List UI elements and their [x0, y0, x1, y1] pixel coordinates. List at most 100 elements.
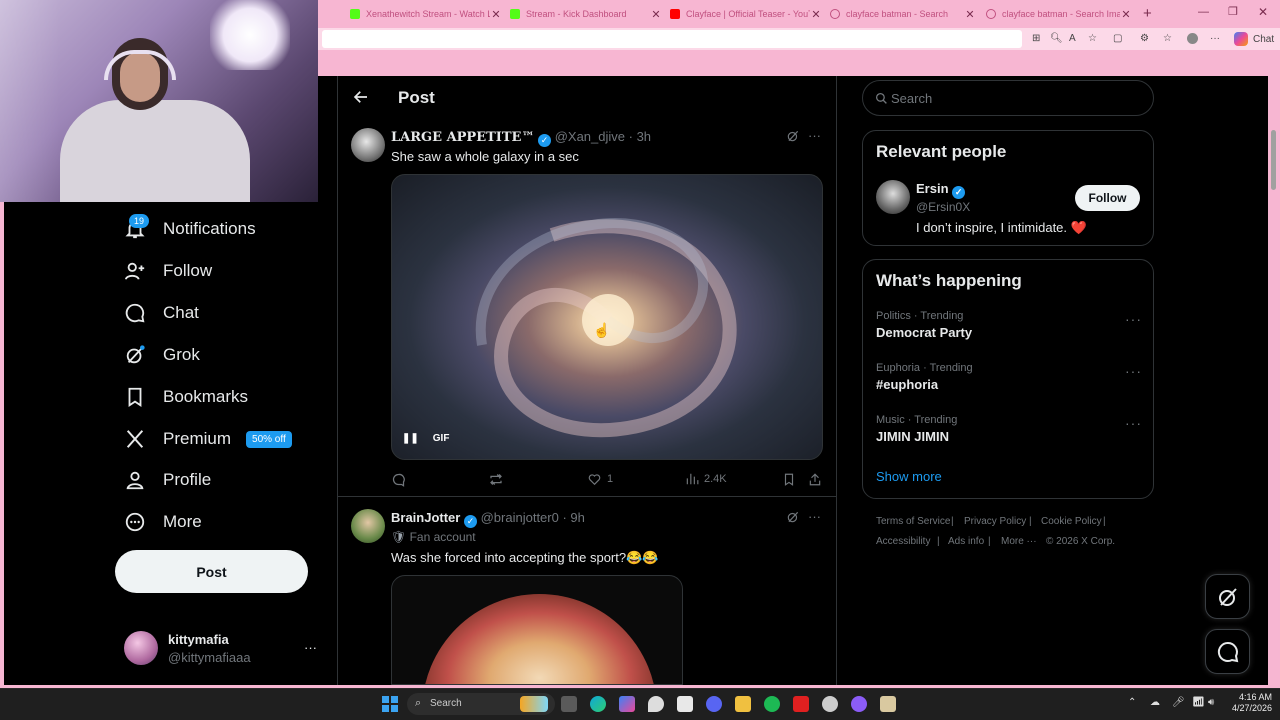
account-name[interactable]: kittymafia — [168, 632, 229, 647]
browser-tab[interactable]: Clayface | Official Teaser - YouTube ✕ — [664, 3, 822, 25]
chevron-up-icon[interactable]: ⌃ — [1128, 697, 1136, 708]
close-icon[interactable]: ✕ — [810, 8, 822, 21]
browser-tab[interactable]: Xenathewitch Stream - Watch Live ✕ — [344, 3, 502, 25]
account-menu-icon[interactable]: ··· — [304, 640, 317, 655]
zoom-icon[interactable]: 🔍︎ — [1050, 33, 1063, 44]
wifi-icon[interactable]: 📶︎ — [1192, 697, 1205, 708]
grok-icon[interactable] — [786, 129, 800, 143]
discord-icon[interactable] — [706, 696, 722, 712]
trend-more-icon[interactable]: ··· — [1125, 311, 1142, 327]
nav-grok[interactable]: Grok — [122, 337, 200, 373]
gif-media[interactable]: ❚❚ GIF — [391, 174, 823, 460]
close-icon[interactable]: ✕ — [964, 8, 976, 21]
nav-bookmarks[interactable]: Bookmarks — [122, 379, 248, 415]
avatar[interactable] — [124, 631, 158, 665]
browser-tab[interactable]: clayface batman - Search Images ✕ — [980, 3, 1132, 25]
post-image[interactable] — [391, 575, 683, 685]
close-icon[interactable]: ✕ — [650, 8, 662, 21]
author-name[interactable]: LARGE APPETITE™ — [391, 130, 534, 145]
post-button[interactable]: Post — [115, 550, 308, 593]
read-aloud-icon[interactable]: A — [1069, 33, 1076, 44]
person-name-row[interactable]: Ersin ✓ — [916, 181, 966, 199]
messages-fab[interactable] — [1205, 629, 1250, 674]
close-icon[interactable]: ✕ — [490, 8, 502, 21]
task-view-icon[interactable] — [561, 696, 577, 712]
store-icon[interactable] — [677, 696, 693, 712]
post-time[interactable]: · 3h — [629, 129, 651, 144]
pause-icon[interactable]: ❚❚ — [402, 433, 419, 444]
taskbar-search[interactable]: ⌕ Search — [407, 693, 555, 715]
volume-icon[interactable]: 🔊︎ — [1208, 697, 1214, 708]
person-handle[interactable]: @Ersin0X — [916, 200, 970, 214]
new-tab-icon[interactable]: + — [1143, 5, 1152, 22]
nav-profile[interactable]: Profile — [122, 462, 211, 498]
copilot-icon[interactable] — [1234, 32, 1248, 46]
avatar[interactable] — [351, 509, 385, 543]
file-explorer-icon[interactable] — [735, 696, 751, 712]
clock[interactable]: 4:16 AM 4/27/2026 — [1222, 692, 1272, 714]
close-icon[interactable]: ✕ — [1120, 8, 1132, 21]
repost-button[interactable] — [488, 472, 504, 487]
app-icon[interactable] — [793, 696, 809, 712]
author-handle[interactable]: @brainjotter0 — [481, 510, 559, 525]
spotify-icon[interactable] — [764, 696, 780, 712]
ads-info-link[interactable]: Ads info — [948, 536, 984, 547]
split-screen-icon[interactable]: ▢ — [1113, 33, 1122, 44]
trend-item[interactable]: Music · Trending JIMIN JIMIN — [876, 414, 957, 444]
trend-item[interactable]: Politics · Trending Democrat Party — [876, 310, 972, 340]
share-button[interactable] — [808, 472, 822, 487]
browser-tab[interactable]: Stream - Kick Dashboard ✕ — [504, 3, 662, 25]
back-arrow-icon[interactable] — [352, 88, 370, 106]
grok-icon[interactable] — [786, 510, 800, 524]
app-icon[interactable]: ⊞ — [1032, 33, 1040, 44]
avatar[interactable] — [351, 128, 385, 162]
nav-premium[interactable]: Premium 50% off — [122, 421, 292, 457]
author-handle[interactable]: @Xan_djive — [555, 129, 625, 144]
nav-more[interactable]: More — [122, 504, 202, 540]
avatar[interactable] — [876, 180, 910, 214]
favorites-icon[interactable]: ☆ — [1163, 33, 1172, 44]
settings-icon[interactable] — [822, 696, 838, 712]
profile-icon[interactable] — [1187, 33, 1198, 44]
trend-more-icon[interactable]: ··· — [1125, 363, 1142, 379]
extensions-icon[interactable]: ⚙ — [1140, 33, 1149, 44]
author-name[interactable]: BrainJotter — [391, 510, 460, 525]
maximize-icon[interactable]: ❐ — [1228, 5, 1238, 18]
trend-more-icon[interactable]: ··· — [1125, 415, 1142, 431]
app-icon[interactable] — [648, 696, 664, 712]
copilot-icon[interactable] — [619, 696, 635, 712]
windows-start-icon[interactable] — [382, 696, 398, 712]
address-bar[interactable] — [322, 30, 1022, 48]
app-icon[interactable] — [851, 696, 867, 712]
close-window-icon[interactable]: ✕ — [1258, 5, 1268, 19]
more-link[interactable]: More ··· — [1001, 536, 1037, 547]
more-options-icon[interactable]: ··· — [808, 128, 821, 143]
nav-follow[interactable]: Follow — [122, 253, 212, 289]
terms-link[interactable]: Terms of Service — [876, 516, 950, 527]
favorite-star-icon[interactable]: ☆ — [1088, 33, 1097, 44]
show-more-link[interactable]: Show more — [876, 469, 942, 484]
microphone-icon[interactable]: 🎤︎ — [1172, 697, 1185, 708]
bookmark-button[interactable] — [782, 472, 796, 487]
nav-chat[interactable]: Chat — [122, 295, 199, 331]
like-button[interactable]: 1 — [587, 472, 613, 486]
follow-button[interactable]: Follow — [1075, 185, 1140, 211]
privacy-link[interactable]: Privacy Policy — [964, 516, 1026, 527]
scrollbar[interactable] — [1268, 80, 1278, 680]
cookie-link[interactable]: Cookie Policy — [1041, 516, 1102, 527]
grok-fab[interactable] — [1205, 574, 1250, 619]
more-menu-icon[interactable]: ··· — [1210, 33, 1220, 44]
views-button[interactable]: 2.4K — [685, 472, 727, 486]
accessibility-link[interactable]: Accessibility — [876, 536, 930, 547]
minimize-icon[interactable]: — — [1198, 6, 1209, 18]
trend-item[interactable]: Euphoria · Trending #euphoria — [876, 362, 973, 392]
browser-tab[interactable]: clayface batman - Search ✕ — [824, 3, 976, 25]
cloud-icon[interactable]: ☁ — [1150, 697, 1160, 708]
edge-icon[interactable] — [590, 696, 606, 712]
post-time[interactable]: · 9h — [562, 510, 584, 525]
app-icon[interactable] — [880, 696, 896, 712]
reply-button[interactable] — [391, 472, 406, 487]
copilot-chat-label[interactable]: Chat — [1253, 34, 1274, 45]
search-input[interactable]: Search — [862, 80, 1154, 116]
more-options-icon[interactable]: ··· — [808, 509, 821, 524]
